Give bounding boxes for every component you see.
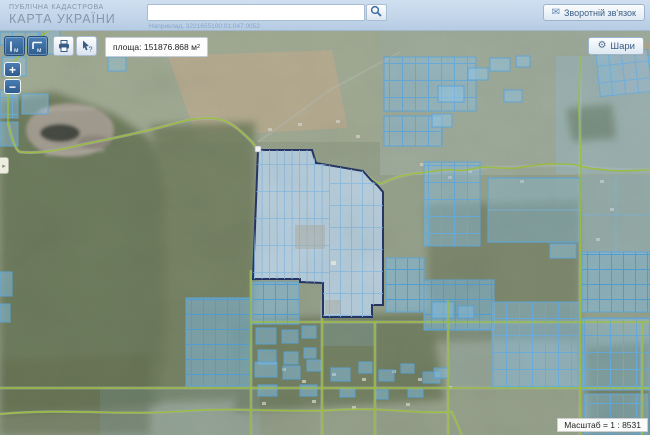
texture-overlay <box>0 30 650 435</box>
search-hint: Наприклад, 3221655100:01:047:0052 <box>149 23 260 30</box>
search-icon <box>370 5 383 18</box>
svg-text:м: м <box>14 47 19 54</box>
envelope-icon: ✉ <box>552 8 560 18</box>
scale-display: Масштаб = 1 : 8531 <box>557 418 648 432</box>
feedback-button[interactable]: ✉ Зворотній зв'язок <box>543 4 645 21</box>
layers-button[interactable]: ⚙ Шари <box>588 37 644 55</box>
feedback-label: Зворотній зв'язок <box>564 8 636 18</box>
cadastral-map-app: ПУБЛІЧНА КАДАСТРОВА КАРТА УКРАЇНИ Наприк… <box>0 0 650 435</box>
gear-icon: ⚙ <box>597 41 606 51</box>
area-label: площа: <box>113 42 141 52</box>
search-input[interactable] <box>147 4 365 21</box>
identify-button[interactable]: ? <box>76 36 97 56</box>
measure-length-button[interactable]: м <box>4 36 25 56</box>
search-button[interactable] <box>366 4 387 21</box>
area-value: 151876.868 <box>144 42 189 52</box>
cursor-help-icon: ? <box>80 39 94 53</box>
svg-text:м: м <box>37 47 42 54</box>
logo-line1: ПУБЛІЧНА КАДАСТРОВА <box>9 4 116 11</box>
area-exponent: 2 <box>197 44 200 50</box>
area-display: площа: 151876.868 м2 <box>105 37 208 57</box>
zoom-in-button[interactable]: + <box>4 62 21 77</box>
layers-label: Шари <box>610 41 635 52</box>
satellite-map <box>0 30 650 435</box>
measure-toolbar: м м ? площа: 151876.868 м2 <box>4 36 208 57</box>
app-logo[interactable]: ПУБЛІЧНА КАДАСТРОВА КАРТА УКРАЇНИ <box>9 4 116 26</box>
measure-area-button[interactable]: м <box>27 36 48 56</box>
chevron-right-icon: ▸ <box>2 162 6 170</box>
measure-area-icon: м <box>30 39 45 54</box>
print-button[interactable] <box>53 36 74 56</box>
map-canvas[interactable] <box>0 30 650 435</box>
panel-expand-button[interactable]: ▸ <box>0 157 9 174</box>
header: ПУБЛІЧНА КАДАСТРОВА КАРТА УКРАЇНИ Наприк… <box>0 0 650 31</box>
zoom-out-button[interactable]: − <box>4 79 21 94</box>
logo-line2: КАРТА УКРАЇНИ <box>9 13 116 26</box>
print-icon <box>57 39 71 53</box>
measure-length-icon: м <box>7 39 22 54</box>
svg-text:?: ? <box>88 47 92 54</box>
